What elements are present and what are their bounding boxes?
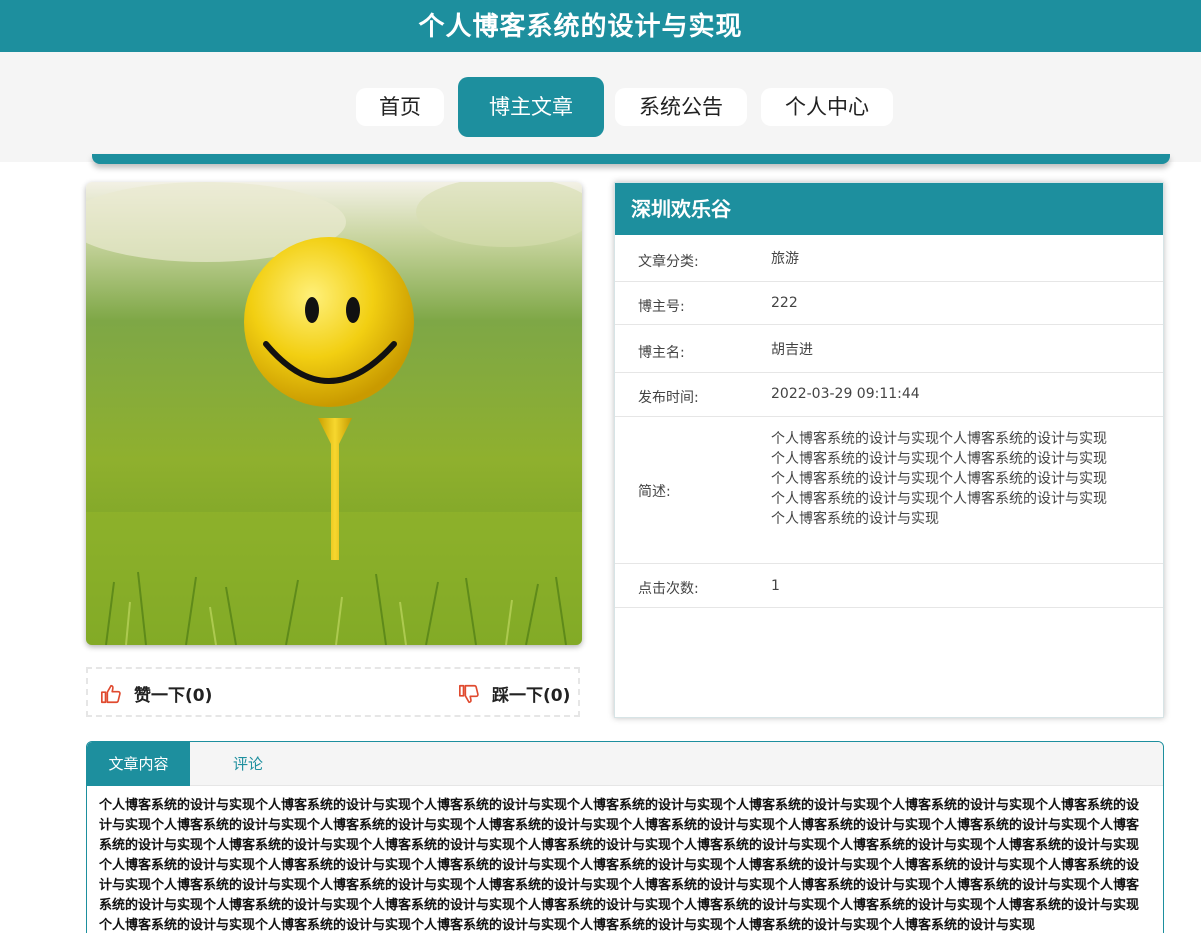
main-nav: 首页 博主文章 系统公告 个人中心 xyxy=(0,52,1201,162)
publish-time-value: 2022-03-29 09:11:44 xyxy=(771,386,920,402)
info-row-publish-time: 发布时间: 2022-03-29 09:11:44 xyxy=(615,373,1163,417)
publish-time-label: 发布时间: xyxy=(638,390,699,406)
article-content-text: 个人博客系统的设计与实现个人博客系统的设计与实现个人博客系统的设计与实现个人博客… xyxy=(99,798,1140,933)
blogger-name-label: 博主名: xyxy=(638,345,685,361)
nav-divider xyxy=(92,154,1170,164)
info-row-click-count: 点击次数: 1 xyxy=(615,564,1163,608)
info-row-summary: 简述: 个人博客系统的设计与实现个人博客系统的设计与实现个人博客系统的设计与实现… xyxy=(615,417,1163,564)
article-title: 深圳欢乐谷 xyxy=(615,183,1163,235)
vote-bar: 赞一下(0) 踩一下(0) xyxy=(86,667,580,717)
site-title: 个人博客系统的设计与实现 xyxy=(418,12,743,42)
click-count-label: 点击次数: xyxy=(638,581,699,597)
summary-label: 简述: xyxy=(638,484,671,500)
top-banner: 个人博客系统的设计与实现 xyxy=(0,0,1201,52)
article-cover-image xyxy=(86,182,582,645)
info-row-blogger-id: 博主号: 222 xyxy=(615,282,1163,325)
info-row-blogger-name: 博主名: 胡吉进 xyxy=(615,325,1163,373)
category-value: 旅游 xyxy=(771,251,799,267)
blogger-name-value: 胡吉进 xyxy=(771,342,813,358)
dislike-label: 踩一下(0) xyxy=(492,686,571,706)
nav-personal-center[interactable]: 个人中心 xyxy=(761,88,893,126)
nav-blogger-articles[interactable]: 博主文章 xyxy=(458,77,604,137)
article-tabs: 文章内容 评论 个人博客系统的设计与实现个人博客系统的设计与实现个人博客系统的设… xyxy=(86,741,1164,933)
dislike-button[interactable]: 踩一下(0) xyxy=(458,681,570,706)
tab-article-content[interactable]: 文章内容 xyxy=(87,742,190,786)
tab-comments[interactable]: 评论 xyxy=(190,742,306,786)
category-label: 文章分类: xyxy=(638,254,699,270)
click-count-value: 1 xyxy=(771,578,780,594)
thumbs-up-icon xyxy=(101,684,121,703)
article-info-card: 深圳欢乐谷 文章分类: 旅游 博主号: 222 博主名: 胡吉进 发布时间: 2… xyxy=(614,182,1164,718)
blogger-id-value: 222 xyxy=(771,295,798,311)
like-button[interactable]: 赞一下(0) xyxy=(100,681,212,706)
tab-bar: 文章内容 评论 xyxy=(87,742,1163,786)
blogger-id-label: 博主号: xyxy=(638,299,685,315)
info-row-category: 文章分类: 旅游 xyxy=(615,235,1163,282)
summary-value: 个人博客系统的设计与实现个人博客系统的设计与实现个人博客系统的设计与实现个人博客… xyxy=(771,431,1107,527)
nav-home[interactable]: 首页 xyxy=(356,88,444,126)
like-label: 赞一下(0) xyxy=(134,686,213,706)
nav-announcements[interactable]: 系统公告 xyxy=(615,88,747,126)
thumbs-down-icon xyxy=(459,684,479,703)
